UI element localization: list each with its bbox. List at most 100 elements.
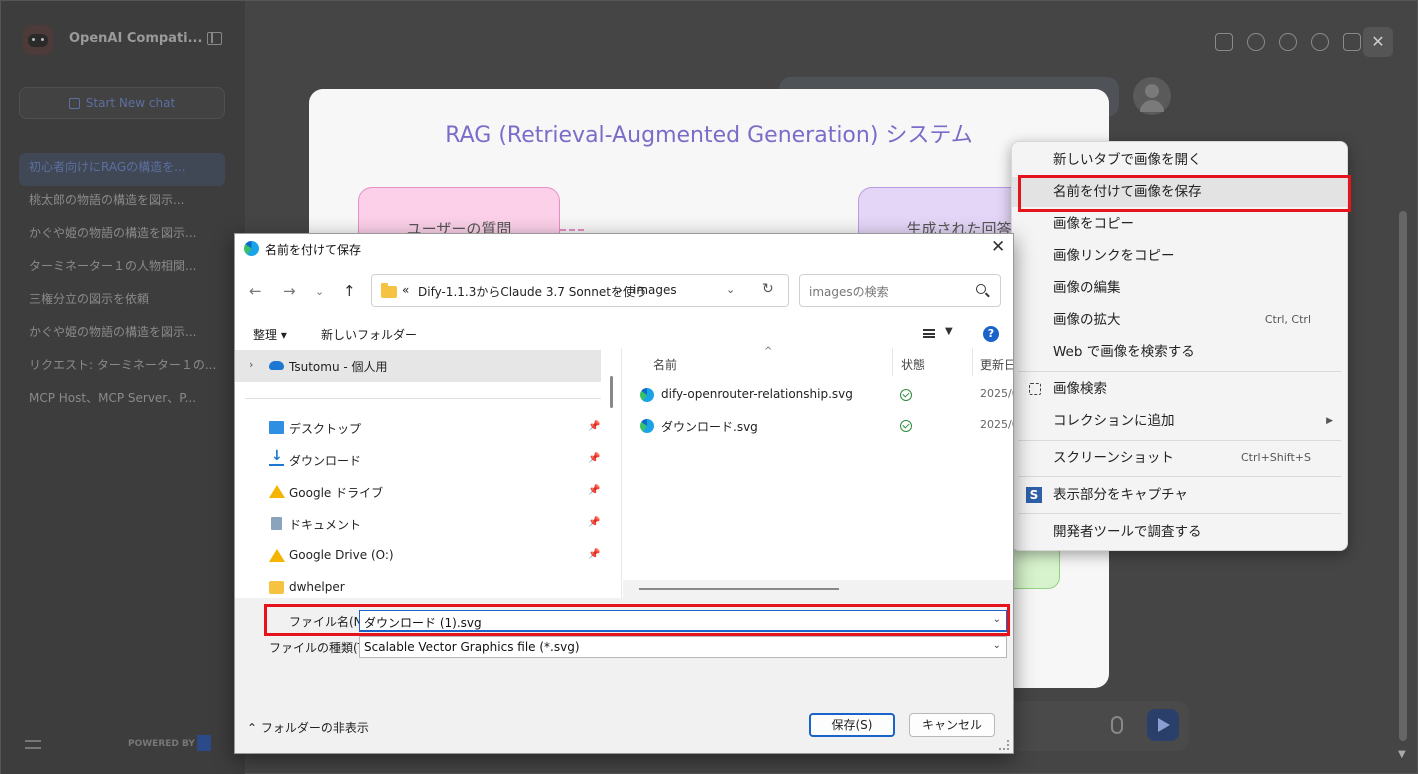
help-icon[interactable]: ? [983,326,999,342]
recent-chevron-icon[interactable]: ⌄ [315,285,324,298]
document-icon [271,517,282,530]
chat-history-item[interactable]: かぐや姫の物語の構造を図示... [19,219,225,252]
close-preview-button[interactable]: ✕ [1363,27,1393,57]
file-row[interactable]: ダウンロード.svg 2025/03/30 9:00 [622,411,1013,441]
menu-item-magnify-image[interactable]: 画像の拡大 Ctrl, Ctrl [1012,305,1347,335]
up-arrow-icon[interactable]: ↑ [343,282,356,300]
cancel-button[interactable]: キャンセル [909,713,995,737]
organize-menu[interactable]: 整理 ▾ [253,326,287,343]
pin-icon: 📌 [588,421,601,432]
column-header-status[interactable]: 状態 [901,356,925,373]
sort-ascending-icon: ^ [764,346,773,357]
chat-history-item[interactable]: 三権分立の図示を依頼 [19,285,225,318]
chat-history-item[interactable]: 桃太郎の物語の構造を図示... [19,186,225,219]
menu-item-inspect[interactable]: 開発者ツールで調査する [1012,517,1347,547]
main-scrollbar[interactable] [1399,211,1407,741]
settings-sliders-icon[interactable] [25,737,41,751]
menu-item-visual-search[interactable]: 画像検索 [1012,374,1347,404]
command-bar: 整理 ▾ 新しいフォルダー ▼ ? [235,320,1013,348]
menu-item-add-to-collection[interactable]: コレクションに追加 ▶ [1012,406,1347,436]
menu-item-screenshot[interactable]: スクリーンショット Ctrl+Shift+S [1012,443,1347,473]
refresh-icon[interactable]: ↻ [762,281,774,297]
breadcrumb-overflow[interactable]: « [402,283,409,297]
nav-item-documents[interactable]: ドキュメント 📌 [235,508,601,540]
chat-history-item[interactable]: 初心者向けにRAGの構造を... [19,153,225,186]
file-list: ^ 名前 状態 更新日時 dify-openrouter-relationshi… [622,346,1013,598]
address-bar[interactable]: « Dify-1.1.3からClaude 3.7 Sonnetを使う › ima… [371,274,789,307]
chevron-up-icon: ⌃ [247,721,258,735]
diagram-edge [560,229,584,231]
menu-item-copy-image-link[interactable]: 画像リンクをコピー [1012,241,1347,271]
edge-file-icon [640,419,654,433]
capture-extension-icon: S [1026,487,1042,503]
filetype-value: Scalable Vector Graphics file (*.svg) [364,640,580,654]
horizontal-scrollbar[interactable] [639,588,839,590]
open-new-icon[interactable] [1343,33,1361,51]
pin-icon: 📌 [588,453,601,464]
copy-icon[interactable] [1215,33,1233,51]
dialog-footer: ⌃ フォルダーの非表示 保存(S) キャンセル [235,694,1013,753]
zoom-out-icon[interactable] [1247,33,1265,51]
back-arrow-icon[interactable]: ← [249,282,262,300]
zoom-in-icon[interactable] [1279,33,1297,51]
chat-history-item[interactable]: MCP Host、MCP Server、P... [19,384,225,417]
folder-icon [381,283,397,298]
new-folder-button[interactable]: 新しいフォルダー [321,326,417,343]
start-new-chat-button[interactable]: Start New chat [19,87,225,119]
nav-item-google-drive[interactable]: Google ドライブ 📌 [235,476,601,508]
chat-history-list: 初心者向けにRAGの構造を... 桃太郎の物語の構造を図示... かぐや姫の物語… [19,153,225,417]
nav-item-onedrive[interactable]: › Tsutomu - 個人用 [235,350,601,382]
submenu-arrow-icon: ▶ [1326,416,1333,426]
filetype-select[interactable]: Scalable Vector Graphics file (*.svg) ⌄ [359,636,1007,658]
chat-history-item[interactable]: ターミネーター１の人物相関... [19,252,225,285]
column-separator[interactable] [892,348,893,376]
menu-item-search-web-image[interactable]: Web で画像を検索する [1012,337,1347,367]
file-row[interactable]: dify-openrouter-relationship.svg 2025/03… [622,380,1013,410]
nav-item-desktop[interactable]: デスクトップ 📌 [235,412,601,444]
breadcrumb-folder[interactable]: Dify-1.1.3からClaude 3.7 Sonnetを使う [418,283,647,300]
sync-ok-icon [900,389,912,401]
resize-grip-icon[interactable] [999,740,1009,750]
dialog-close-button[interactable]: ✕ [991,237,1005,257]
menu-separator [1018,371,1341,372]
column-header-name[interactable]: 名前 [653,356,677,373]
view-list-icon[interactable] [923,329,935,338]
column-separator[interactable] [972,348,973,376]
expand-chevron-icon: › [249,358,254,371]
app-title: OpenAI Compati... [69,31,203,46]
sidebar-collapse-icon[interactable] [207,32,222,45]
column-header-date[interactable]: 更新日時 [980,356,1013,373]
menu-item-capture-visible[interactable]: S 表示部分をキャプチャ [1012,480,1347,510]
search-placeholder: imagesの検索 [809,285,889,299]
chat-history-item[interactable]: かぐや姫の物語の構造を図示... [19,318,225,351]
google-drive-icon [269,549,285,562]
address-dropdown-icon[interactable]: ⌄ [726,283,735,296]
chat-history-item[interactable]: リクエスト: ターミネーター１の... [19,351,225,384]
chevron-down-icon[interactable]: ⌄ [993,640,1001,651]
paperclip-icon[interactable] [1111,716,1123,734]
highlight-frame-filename [264,604,1010,636]
save-button[interactable]: 保存(S) [809,713,895,737]
folder-search-input[interactable]: imagesの検索 [799,274,1001,307]
nav-scrollbar[interactable] [610,376,613,408]
dialog-titlebar: 名前を付けて保存 ✕ [235,234,1013,262]
pin-icon: 📌 [588,549,601,560]
breadcrumb-current[interactable]: images [633,283,677,297]
menu-item-edit-image[interactable]: 画像の編集 [1012,273,1347,303]
menu-item-copy-image[interactable]: 画像をコピー [1012,209,1347,239]
search-icon[interactable] [976,284,986,294]
menu-separator [1018,513,1341,514]
nav-item-google-drive-o[interactable]: Google Drive (O:) 📌 [235,540,601,572]
menu-item-open-image-new-tab[interactable]: 新しいタブで画像を開く [1012,145,1347,175]
nav-item-downloads[interactable]: ダウンロード 📌 [235,444,601,476]
nav-item-dwhelper[interactable]: dwhelper [235,572,601,598]
scroll-down-icon[interactable]: ▼ [1398,749,1406,760]
download-icon[interactable] [1311,33,1329,51]
send-button[interactable] [1147,709,1179,741]
diagram-title: RAG (Retrieval-Augmented Generation) システ… [445,123,973,148]
pin-icon: 📌 [588,517,601,528]
nav-divider [245,398,601,399]
forward-arrow-icon[interactable]: → [283,282,296,300]
view-options-chevron-icon[interactable]: ▼ [945,326,953,337]
hide-folders-toggle[interactable]: ⌃ フォルダーの非表示 [247,719,369,736]
